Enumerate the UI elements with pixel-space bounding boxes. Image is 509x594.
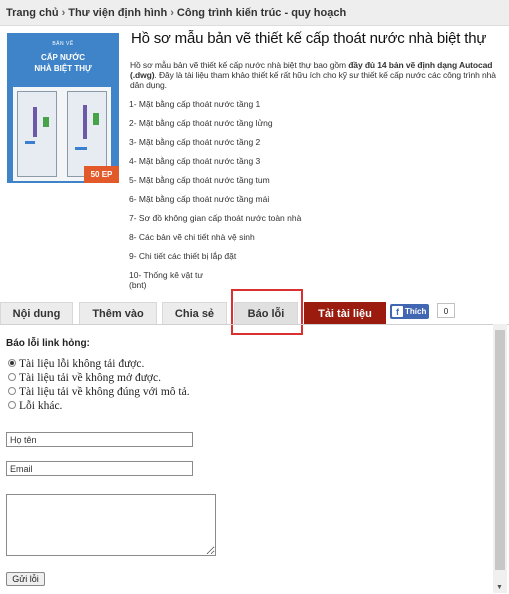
- list-item: 7- Sơ đồ không gian cấp thoát nước toàn …: [129, 213, 302, 223]
- list-item: 3- Mặt bằng cấp thoát nước tầng 2: [129, 137, 261, 147]
- tab-add-to[interactable]: Thêm vào: [79, 302, 157, 324]
- breadcrumb-category-link[interactable]: Công trình kiến trúc - quy hoạch: [177, 7, 346, 19]
- report-option[interactable]: Lỗi khác.: [8, 400, 62, 412]
- name-field[interactable]: [6, 432, 193, 447]
- report-option-label: Lỗi khác.: [19, 400, 63, 412]
- breadcrumb-separator: ›: [170, 7, 174, 19]
- list-item: 9- Chi tiết các thiết bị lắp đặt: [129, 251, 237, 261]
- report-option[interactable]: Tài liệu tải về không mở được.: [8, 372, 161, 384]
- thumbnail-title-line1: CẤP NƯỚC: [41, 53, 85, 62]
- scrollbar[interactable]: ▼: [493, 324, 507, 593]
- thumbnail-kicker: BẢN VẼ: [52, 41, 74, 47]
- document-description: Hồ sơ mẫu bản vẽ thiết kế cấp nước nhà b…: [130, 60, 496, 90]
- list-item: 2- Mặt bằng cấp thoát nước tầng lửng: [129, 118, 273, 128]
- facebook-icon: f: [392, 306, 403, 318]
- list-item: 4- Mặt bằng cấp thoát nước tầng 3: [129, 156, 261, 166]
- submit-report-button[interactable]: Gửi lỗi: [6, 572, 45, 586]
- page-title: Hồ sơ mẫu bản vẽ thiết kế cấp thoát nước…: [131, 30, 487, 47]
- radio-button[interactable]: [8, 359, 16, 368]
- like-count: 0: [437, 303, 455, 318]
- facebook-like-label: Thích: [405, 307, 427, 316]
- report-option-label: Tài liệu tải về không mở được.: [19, 372, 161, 384]
- email-field[interactable]: [6, 461, 193, 476]
- list-item: 1- Mặt bằng cấp thoát nước tầng 1: [129, 99, 261, 109]
- scroll-down-icon[interactable]: ▼: [496, 584, 503, 591]
- tab-share[interactable]: Chia sẻ: [162, 302, 227, 324]
- list-item: 10- Thống kê vật tư: [129, 270, 204, 280]
- report-option-label: Tài liệu lỗi không tải được.: [19, 358, 145, 370]
- breadcrumb-separator: ›: [61, 7, 66, 19]
- price-badge: 50 EP: [84, 166, 119, 183]
- document-thumbnail[interactable]: BẢN VẼ CẤP NƯỚC NHÀ BIỆT THỰ: [7, 33, 119, 183]
- scrollbar-thumb[interactable]: [495, 330, 505, 570]
- report-option-label: Tài liệu tải về không đúng với mô tả.: [19, 386, 190, 398]
- list-item: 5- Mặt bằng cấp thoát nước tầng tum: [129, 175, 270, 185]
- report-option[interactable]: Tài liệu lỗi không tải được.: [8, 358, 144, 370]
- report-form-title: Báo lỗi link hỏng:: [6, 338, 90, 349]
- thumbnail-title-line2: NHÀ BIỆT THỰ: [34, 64, 92, 73]
- list-item: 8- Các bản vẽ chi tiết nhà vệ sinh: [129, 232, 255, 242]
- facebook-like-button[interactable]: f Thích: [390, 304, 430, 319]
- report-option[interactable]: Tài liệu tải về không đúng với mô tả.: [8, 386, 190, 398]
- message-textarea[interactable]: [6, 494, 216, 556]
- radio-button[interactable]: [8, 387, 16, 396]
- breadcrumb-library-link[interactable]: Thư viện định hình: [68, 7, 167, 19]
- breadcrumb-home-link[interactable]: Trang chủ: [6, 7, 59, 19]
- breadcrumb: Trang chủ › Thư viện định hình › Công trình …: [0, 0, 509, 26]
- radio-button[interactable]: [8, 401, 16, 410]
- tab-content[interactable]: Nội dung: [0, 302, 73, 324]
- tab-download[interactable]: Tải tài liệu: [304, 302, 386, 324]
- radio-button[interactable]: [8, 373, 16, 382]
- list-item: 6- Mặt bằng cấp thoát nước tầng mái: [129, 194, 270, 204]
- thumbnail-title: CẤP NƯỚC NHÀ BIỆT THỰ: [7, 52, 119, 74]
- list-item: (bnt): [129, 280, 147, 290]
